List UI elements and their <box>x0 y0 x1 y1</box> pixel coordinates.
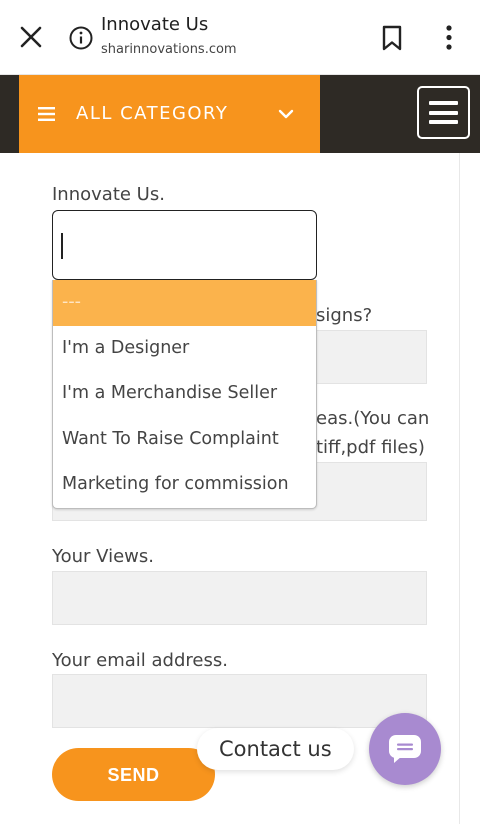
chevron-down-icon <box>278 109 294 119</box>
text-cursor <box>61 233 63 259</box>
chat-icon <box>389 735 421 763</box>
site-header: ALL CATEGORY <box>0 75 480 153</box>
dropdown-option[interactable]: I'm a Designer <box>53 326 316 372</box>
form-heading: Innovate Us. <box>52 184 165 205</box>
ideas-question-label-line1: eas.(You can <box>316 408 430 429</box>
page-title: Innovate Us <box>101 14 209 35</box>
dropdown-option[interactable]: Want To Raise Complaint <box>53 417 316 463</box>
views-label: Your Views. <box>52 546 154 567</box>
menu-bar <box>429 101 458 105</box>
contact-us-label[interactable]: Contact us <box>197 728 354 770</box>
ideas-question-label-line2: tiff,pdf files) <box>316 437 425 458</box>
role-select[interactable] <box>52 210 317 280</box>
menu-bar <box>429 120 458 124</box>
page-url[interactable]: sharinnovations.com <box>101 42 237 57</box>
contact-us-button[interactable] <box>369 713 441 785</box>
category-menu-icon <box>38 107 55 121</box>
dropdown-option[interactable]: I'm a Merchandise Seller <box>53 371 316 417</box>
bookmark-icon[interactable] <box>380 24 404 52</box>
email-label: Your email address. <box>52 650 228 671</box>
designs-question-label: signs? <box>316 305 373 326</box>
dropdown-option[interactable]: --- <box>53 280 316 326</box>
menu-bar <box>429 110 458 115</box>
close-icon[interactable] <box>18 24 44 50</box>
dropdown-option[interactable]: Marketing for commission <box>53 462 316 508</box>
info-icon[interactable] <box>69 26 93 50</box>
send-button[interactable]: SEND <box>52 748 215 801</box>
all-category-dropdown[interactable]: ALL CATEGORY <box>19 75 320 153</box>
main-menu-button[interactable] <box>417 86 470 139</box>
more-options-icon[interactable] <box>440 24 458 52</box>
views-field[interactable] <box>52 571 427 625</box>
email-field[interactable] <box>52 674 427 728</box>
role-dropdown-list: --- I'm a Designer I'm a Merchandise Sel… <box>52 280 317 509</box>
browser-toolbar: Innovate Us sharinnovations.com <box>0 0 480 75</box>
category-label: ALL CATEGORY <box>76 103 229 124</box>
